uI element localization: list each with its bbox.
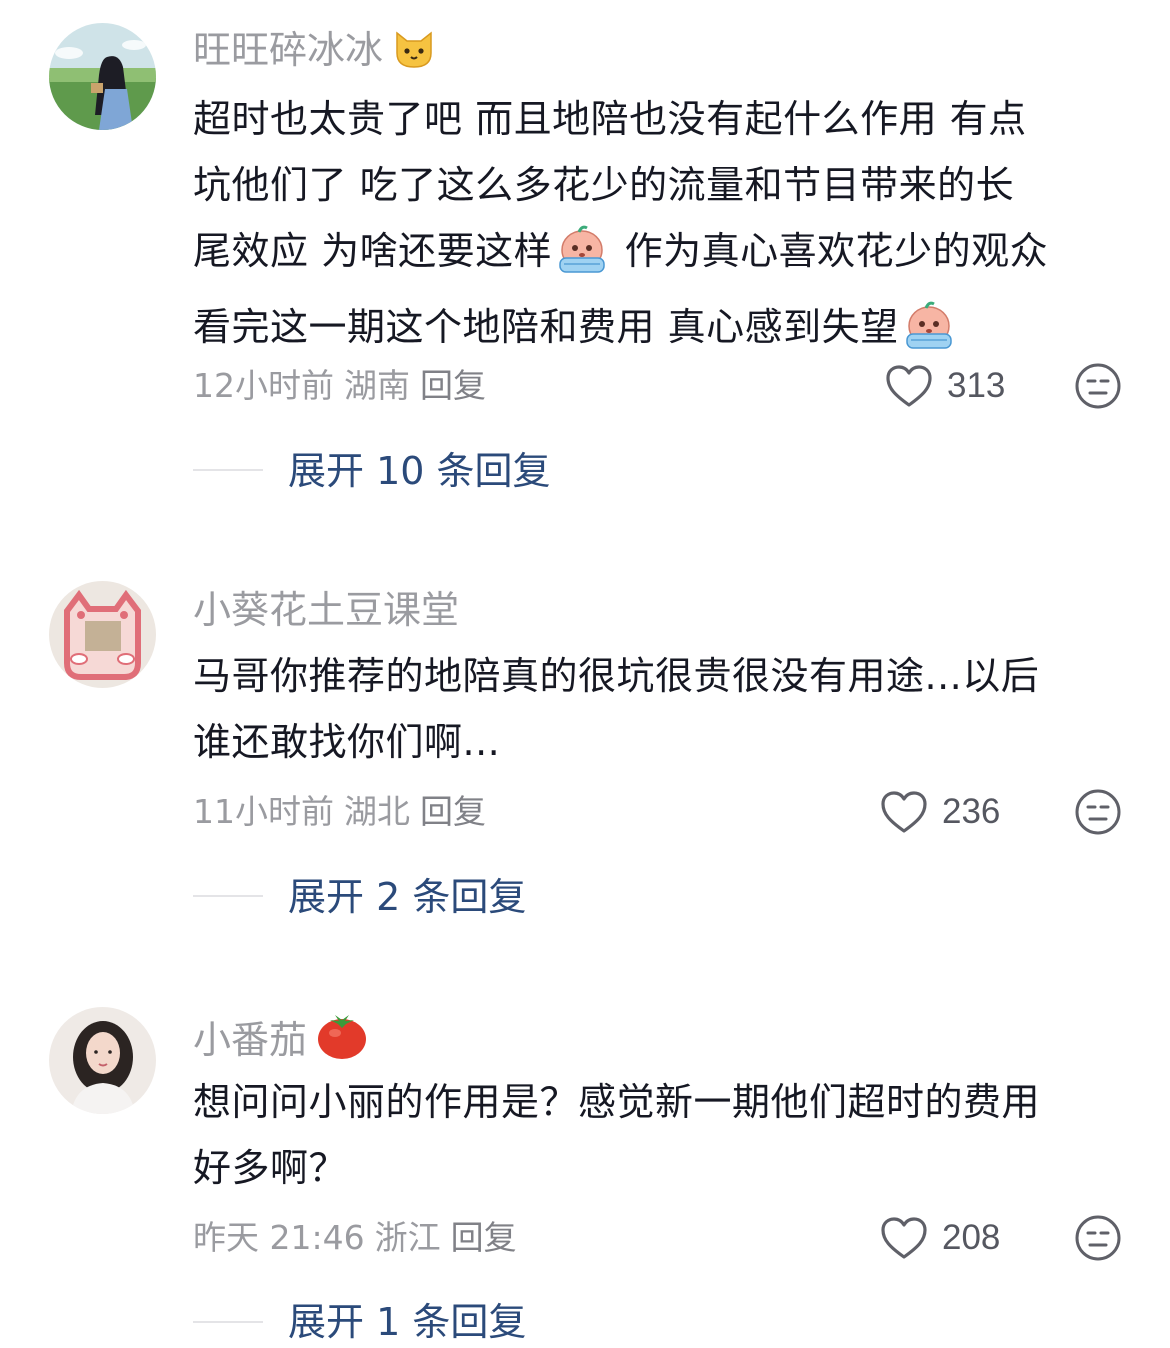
crying-emoji-icon: [554, 224, 610, 294]
comment-text-line: 好多啊？: [193, 1146, 348, 1190]
dislike-button[interactable]: [1074, 1214, 1122, 1262]
comment-text-line: 超时也太贵了吧 而且地陪也没有起什么作用 有点: [193, 97, 1027, 141]
expand-divider: [193, 469, 263, 471]
username-text: 旺旺碎冰冰: [193, 28, 384, 72]
comment-text-line: 看完这一期这个地陪和费用 真心感到失望: [193, 294, 1123, 370]
comment-location: 湖北: [344, 792, 410, 831]
username[interactable]: 小葵花土豆课堂: [193, 584, 459, 636]
avatar[interactable]: [49, 1007, 156, 1114]
like-button[interactable]: 208: [880, 1213, 1000, 1263]
tomato-emoji-icon: [315, 1011, 369, 1074]
reply-button[interactable]: 回复: [451, 1218, 517, 1257]
comment-text: 想问问小丽的作用是？感觉新一期他们超时的费用 好多啊？: [193, 1069, 1123, 1201]
avatar-image: [49, 23, 156, 130]
comment-text-segment: 看完这一期这个地陪和费用 真心感到失望: [193, 305, 899, 349]
username[interactable]: 小番茄: [193, 1011, 369, 1074]
comment-text-line: 尾效应 为啥还要这样 作为真心喜欢花少的观众: [193, 218, 1123, 294]
heart-icon: [886, 365, 932, 407]
heart-icon: [881, 791, 927, 833]
crying-emoji-icon: [901, 300, 957, 370]
comment-meta: 昨天 21:46 浙江 回复: [193, 1216, 527, 1260]
comment-time: 12小时前: [193, 366, 334, 405]
avatar[interactable]: [49, 23, 156, 130]
comment-location: 浙江: [374, 1218, 441, 1257]
like-button[interactable]: 313: [885, 361, 1005, 411]
comment-text-line: 坑他们了 吃了这么多花少的流量和节目带来的长: [193, 163, 1015, 207]
like-count: 236: [942, 792, 1001, 831]
heart-icon: [881, 1217, 927, 1259]
comment-text-line: 谁还敢找你们啊...: [193, 720, 501, 764]
reply-button[interactable]: 回复: [420, 366, 486, 405]
comment-text-line: 想问问小丽的作用是？感觉新一期他们超时的费用: [193, 1080, 1041, 1124]
neutral-face-icon: [1075, 363, 1121, 409]
expand-replies-button[interactable]: 展开 10 条回复: [288, 446, 551, 496]
comment-text-segment: 尾效应 为啥还要这样: [193, 229, 553, 273]
like-button[interactable]: 236: [880, 787, 1000, 837]
username-text: 小番茄: [193, 1018, 308, 1062]
avatar-image: [49, 1007, 156, 1114]
comment-meta: 11小时前 湖北 回复: [193, 790, 496, 834]
comment-text: 超时也太贵了吧 而且地陪也没有起什么作用 有点 坑他们了 吃了这么多花少的流量和…: [193, 86, 1123, 370]
expand-replies-button[interactable]: 展开 1 条回复: [288, 1297, 526, 1347]
comment-location: 湖南: [344, 366, 410, 405]
cat-face-emoji-icon: [391, 25, 437, 84]
neutral-face-icon: [1075, 789, 1121, 835]
like-count: 208: [942, 1218, 1001, 1257]
avatar-image: [49, 581, 156, 688]
dislike-button[interactable]: [1074, 362, 1122, 410]
reply-button[interactable]: 回复: [420, 792, 486, 831]
comment-time: 11小时前: [193, 792, 334, 831]
dislike-button[interactable]: [1074, 788, 1122, 836]
expand-divider: [193, 895, 263, 897]
comment-text: 马哥你推荐的地陪真的很坑很贵很没有用途...以后 谁还敢找你们啊...: [193, 643, 1123, 775]
username[interactable]: 旺旺碎冰冰: [193, 24, 437, 84]
expand-replies-button[interactable]: 展开 2 条回复: [288, 872, 526, 922]
comment-text-segment: 作为真心喜欢花少的观众: [612, 229, 1049, 273]
avatar[interactable]: [49, 581, 156, 688]
comment-meta: 12小时前 湖南 回复: [193, 364, 496, 408]
neutral-face-icon: [1075, 1215, 1121, 1261]
comment-text-line: 马哥你推荐的地陪真的很坑很贵很没有用途...以后: [193, 654, 1040, 698]
comment-time: 昨天 21:46: [193, 1218, 365, 1257]
expand-divider: [193, 1321, 263, 1323]
like-count: 313: [947, 366, 1006, 405]
